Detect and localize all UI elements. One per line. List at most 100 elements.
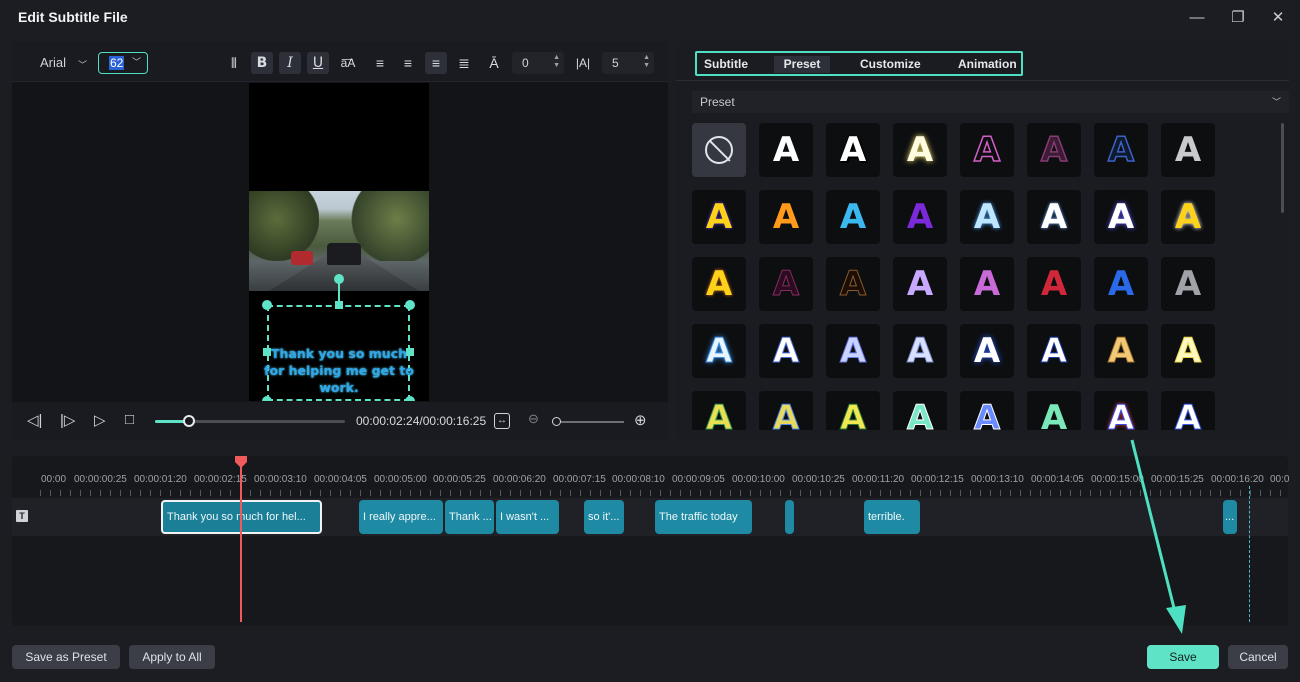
preset-item[interactable]: A — [826, 257, 880, 311]
underline-icon[interactable]: U — [307, 52, 329, 74]
preset-item[interactable]: A — [1161, 123, 1215, 177]
preset-item[interactable]: A — [759, 257, 813, 311]
letter-spacing-icon[interactable]: Ā — [483, 52, 505, 74]
zoom-out-icon[interactable]: ⊖ — [528, 411, 539, 427]
save-button[interactable]: Save — [1147, 645, 1219, 669]
subtitle-clip[interactable]: terrible. — [864, 500, 920, 534]
align-justify-icon[interactable]: ≣ — [453, 52, 475, 74]
preset-item[interactable]: A — [893, 123, 947, 177]
tab-animation[interactable]: Animation — [952, 56, 1023, 73]
stepper-icon[interactable]: ▲ ▼ — [643, 54, 650, 70]
progress-knob[interactable] — [183, 415, 196, 427]
preset-item[interactable]: A — [1027, 324, 1081, 378]
tab-customize[interactable]: Customize — [854, 56, 927, 73]
preset-item[interactable]: A — [692, 391, 746, 430]
resize-handle[interactable] — [405, 396, 415, 401]
rotate-handle[interactable] — [334, 274, 344, 284]
preset-item[interactable]: A — [1161, 257, 1215, 311]
preset-item[interactable]: A — [759, 391, 813, 430]
resize-handle[interactable] — [405, 300, 415, 310]
resize-handle[interactable] — [262, 396, 272, 401]
preset-item[interactable]: A — [826, 324, 880, 378]
bold-icon[interactable]: B — [251, 52, 273, 74]
line-spacing-icon[interactable]: |A| — [572, 52, 594, 74]
preset-item[interactable]: A — [692, 190, 746, 244]
fit-icon[interactable]: ↔ — [494, 413, 510, 429]
preset-item[interactable]: A — [1094, 190, 1148, 244]
preset-item[interactable]: A — [1027, 391, 1081, 430]
preset-item[interactable]: A — [826, 391, 880, 430]
playback-progress[interactable] — [155, 415, 345, 427]
preset-item[interactable]: A — [1094, 123, 1148, 177]
preset-item[interactable]: A — [1094, 391, 1148, 430]
preset-item[interactable]: A — [1161, 324, 1215, 378]
preset-item[interactable]: A — [759, 324, 813, 378]
subtitle-clip[interactable]: I wasn't ... — [496, 500, 559, 534]
close-icon[interactable]: ✕ — [1265, 6, 1291, 30]
subtitle-clip[interactable]: so it'... — [584, 500, 624, 534]
text-case-icon[interactable]: a͞A — [337, 52, 359, 74]
preset-scrollbar[interactable] — [1281, 123, 1284, 213]
subtitle-clip[interactable]: The traffic today — [655, 500, 752, 534]
preset-item[interactable]: A — [893, 190, 947, 244]
tab-preset[interactable]: Preset — [774, 56, 830, 73]
ruler-label: 00:00:05:00 — [374, 474, 427, 485]
preset-item[interactable]: A — [759, 123, 813, 177]
line-spacing-input[interactable]: 5 ▲ ▼ — [602, 52, 654, 74]
letter-spacing-input[interactable]: 0 ▲ ▼ — [512, 52, 564, 74]
save-as-preset-button[interactable]: Save as Preset — [12, 645, 120, 669]
preset-item[interactable]: A — [893, 391, 947, 430]
preset-item[interactable]: A — [960, 391, 1014, 430]
preset-item[interactable]: A — [1027, 190, 1081, 244]
restore-icon[interactable]: ❐ — [1225, 6, 1251, 30]
preset-item[interactable]: A — [960, 123, 1014, 177]
zoom-in-icon[interactable]: ⊕ — [634, 411, 647, 429]
subtitle-clip[interactable]: ... — [1223, 500, 1237, 534]
apply-to-all-button[interactable]: Apply to All — [129, 645, 215, 669]
align-left-icon[interactable]: ≡ — [369, 52, 391, 74]
preset-item[interactable]: A — [759, 190, 813, 244]
subtitle-clip[interactable]: Thank ... — [445, 500, 494, 534]
resize-handle[interactable] — [335, 301, 343, 309]
font-select[interactable]: Arial ﹀ — [24, 52, 92, 74]
preset-item[interactable]: A — [1161, 190, 1215, 244]
align-center-icon[interactable]: ≡ — [397, 52, 419, 74]
preset-dropdown[interactable]: Preset ﹀ — [692, 91, 1289, 113]
preset-item[interactable]: A — [1094, 324, 1148, 378]
video-preview[interactable]: Thank you so much for helping me get to … — [249, 83, 429, 401]
align-middle-icon[interactable]: ≡ — [425, 52, 447, 74]
stop-icon[interactable]: □ — [125, 411, 134, 428]
playhead[interactable] — [240, 460, 242, 622]
preset-none[interactable] — [692, 123, 746, 177]
preset-item[interactable]: A — [893, 257, 947, 311]
zoom-slider[interactable] — [552, 421, 624, 423]
preset-item[interactable]: A — [1161, 391, 1215, 430]
timeline-ruler[interactable]: 00:00 00:00:00:25 00:00:01:20 00:00:02:1… — [12, 456, 1290, 496]
preset-item[interactable]: A — [1027, 123, 1081, 177]
preset-item[interactable]: A — [960, 324, 1014, 378]
text-direction-icon[interactable]: ⫴ — [223, 52, 245, 74]
minimize-icon[interactable]: — — [1184, 6, 1210, 30]
font-size-select[interactable]: 62 ﹀ — [98, 52, 148, 74]
cancel-button[interactable]: Cancel — [1228, 645, 1288, 669]
preset-item[interactable]: A — [1094, 257, 1148, 311]
subtitle-clip[interactable] — [785, 500, 794, 534]
previous-frame-icon[interactable]: ◁| — [27, 411, 42, 429]
preset-item[interactable]: A — [960, 190, 1014, 244]
preset-item[interactable]: A — [692, 324, 746, 378]
preset-item[interactable]: A — [826, 123, 880, 177]
resize-handle[interactable] — [262, 300, 272, 310]
stepper-icon[interactable]: ▲ ▼ — [553, 54, 560, 70]
next-frame-icon[interactable]: |▷ — [60, 411, 75, 429]
play-icon[interactable]: ▷ — [94, 411, 106, 429]
zoom-knob[interactable] — [552, 417, 561, 426]
preset-item[interactable]: A — [692, 257, 746, 311]
ruler-label: 00:0 — [1270, 474, 1290, 485]
preset-item[interactable]: A — [826, 190, 880, 244]
preset-item[interactable]: A — [1027, 257, 1081, 311]
preset-item[interactable]: A — [960, 257, 1014, 311]
tab-subtitle[interactable]: Subtitle — [698, 56, 754, 73]
subtitle-clip[interactable]: I really appre... — [359, 500, 443, 534]
italic-icon[interactable]: I — [279, 52, 301, 74]
preset-item[interactable]: A — [893, 324, 947, 378]
